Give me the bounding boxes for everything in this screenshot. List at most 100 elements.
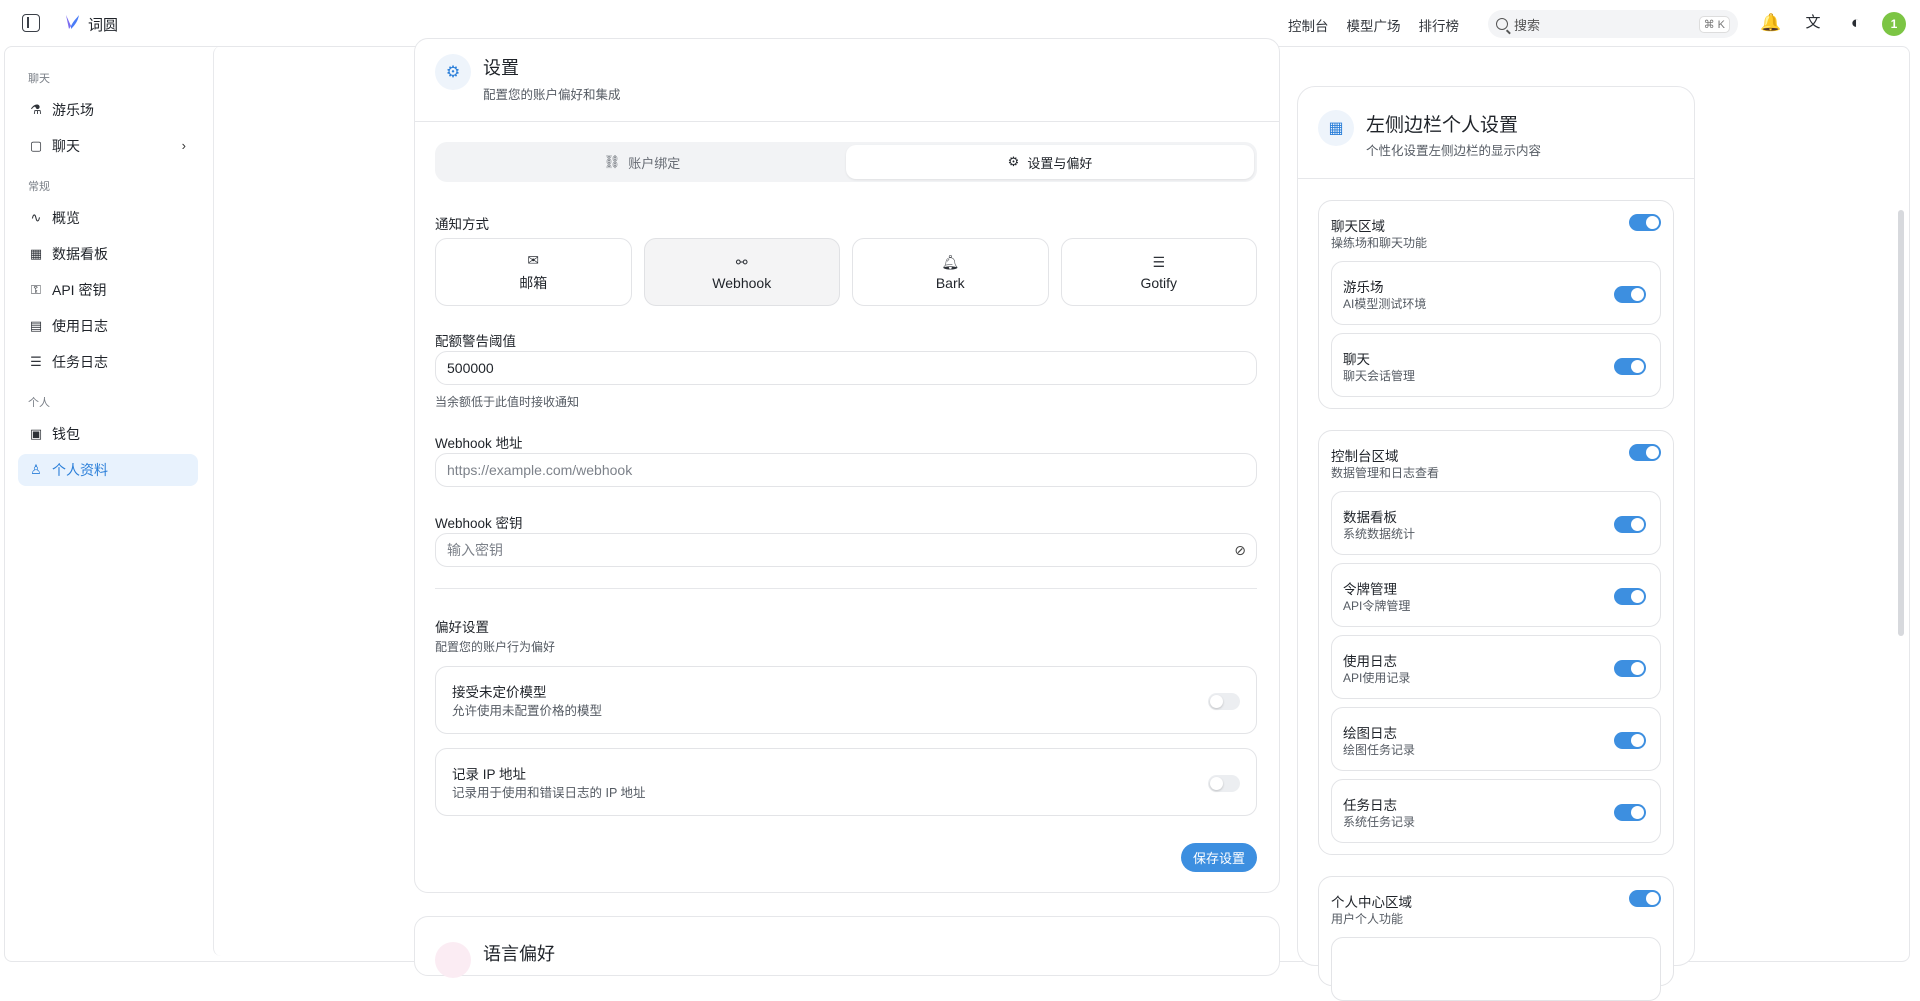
webhook-url-input[interactable]: https://example.com/webhook xyxy=(435,453,1257,487)
usage-log-toggle[interactable] xyxy=(1614,660,1646,677)
section-desc: 数据管理和日志查看 xyxy=(1331,466,1440,480)
gear-icon: ⚙ xyxy=(1007,154,1020,169)
scrollbar[interactable] xyxy=(1898,210,1904,636)
sidebar-item-overview[interactable]: ∿ 概览 xyxy=(18,202,198,234)
notify-option-label: Bark xyxy=(935,274,965,291)
language-icon xyxy=(435,942,471,978)
sub-item-placeholder xyxy=(1331,937,1661,1001)
sidebar-group-personal: 个人 xyxy=(28,397,50,409)
sidebar-item-task-log[interactable]: ☰ 任务日志 xyxy=(18,346,198,378)
dashboard-toggle[interactable] xyxy=(1614,516,1646,533)
notify-option-webhook[interactable]: ⚯ Webhook xyxy=(643,238,840,306)
sidebar-item-usage-log[interactable]: ▤ 使用日志 xyxy=(18,310,198,342)
webhook-secret-input[interactable]: 输入密钥 ⊘ xyxy=(435,533,1257,567)
tab-account-binding[interactable]: ⛓ 账户绑定 xyxy=(438,145,846,179)
pref-record-ip: 记录 IP 地址 记录用于使用和错误日志的 IP 地址 xyxy=(435,748,1257,816)
webhook-secret-label: Webhook 密钥 xyxy=(435,516,523,531)
app-title[interactable]: 词圆 xyxy=(88,14,118,35)
playground-toggle[interactable] xyxy=(1614,286,1646,303)
sub-item-dashboard: 数据看板 系统数据统计 xyxy=(1331,491,1661,555)
chevron-right-icon: › xyxy=(181,138,186,153)
webhook-icon: ⚯ xyxy=(735,253,748,270)
nav-console[interactable]: 控制台 xyxy=(1288,15,1329,35)
notify-method-label: 通知方式 xyxy=(435,217,489,232)
notify-options: ✉ 邮箱 ⚯ Webhook 🔔︎ Bark ☰ Gotify xyxy=(435,238,1257,306)
top-nav: 控制台 模型广场 排行榜 xyxy=(1288,15,1459,35)
divider xyxy=(1298,178,1694,179)
sidebar-item-dashboard[interactable]: ▦ 数据看板 xyxy=(18,238,198,270)
sub-item-desc: 系统数据统计 xyxy=(1343,527,1416,541)
record-ip-toggle[interactable] xyxy=(1208,775,1240,792)
translate-icon[interactable]: 文 xyxy=(1803,13,1823,33)
sub-item-usage-log: 使用日志 API使用记录 xyxy=(1331,635,1661,699)
sub-item-desc: AI模型测试环境 xyxy=(1343,297,1427,311)
bell-icon: 🔔︎ xyxy=(941,253,960,270)
search-shortcut: ⌘ K xyxy=(1698,15,1730,33)
nav-leaderboard[interactable]: 排行榜 xyxy=(1419,15,1460,35)
nav-model-plaza[interactable]: 模型广场 xyxy=(1347,15,1401,35)
sidebar-item-label: 个人资料 xyxy=(52,462,108,478)
key-icon: ⚿ xyxy=(31,282,41,297)
sub-item-drawing-log: 绘图日志 绘图任务记录 xyxy=(1331,707,1661,771)
webhook-secret-placeholder: 输入密钥 xyxy=(447,542,503,558)
sub-item-task-log: 任务日志 系统任务记录 xyxy=(1331,779,1661,843)
section-title: 聊天区域 xyxy=(1331,219,1385,234)
sub-item-title: 游乐场 xyxy=(1343,280,1384,295)
tab-label: 设置与偏好 xyxy=(1027,155,1093,171)
webhook-url-label: Webhook 地址 xyxy=(435,436,523,451)
sub-item-title: 数据看板 xyxy=(1343,510,1397,525)
tab-settings-preferences[interactable]: ⚙ 设置与偏好 xyxy=(846,145,1254,179)
pref-desc: 记录用于使用和错误日志的 IP 地址 xyxy=(452,786,646,800)
sidebar-item-api-keys[interactable]: ⚿ API 密钥 xyxy=(18,274,198,306)
sub-item-title: 绘图日志 xyxy=(1343,726,1397,741)
language-section-title: 语言偏好 xyxy=(483,944,555,964)
notify-option-email[interactable]: ✉ 邮箱 xyxy=(435,238,632,306)
section-desc: 操练场和聊天功能 xyxy=(1331,236,1428,250)
sidebar-item-label: 聊天 xyxy=(52,138,80,154)
token-management-toggle[interactable] xyxy=(1614,588,1646,605)
palette-icon[interactable]: ◐ xyxy=(1846,13,1866,33)
page-title: 设置 xyxy=(483,58,519,78)
quota-threshold-label: 配额警告阈值 xyxy=(435,334,516,349)
sub-item-title: 聊天 xyxy=(1343,352,1370,367)
avatar[interactable]: 1 xyxy=(1882,12,1906,36)
section-chat-toggle[interactable] xyxy=(1629,214,1661,231)
sidebar-item-wallet[interactable]: ▣ 钱包 xyxy=(18,418,198,450)
task-log-toggle[interactable] xyxy=(1614,804,1646,821)
search-input[interactable]: 搜索 ⌘ K xyxy=(1488,10,1738,38)
notify-option-label: Gotify xyxy=(1140,274,1178,291)
sidebar-settings-subtitle: 个性化设置左侧边栏的显示内容 xyxy=(1366,144,1542,158)
settings-header: ⚙ 设置 配置您的账户偏好和集成 xyxy=(435,54,621,103)
pref-title: 接受未定价模型 xyxy=(452,685,547,700)
sidebar-item-profile[interactable]: ♙ 个人资料 xyxy=(18,454,198,486)
divider xyxy=(435,588,1257,589)
drawing-log-toggle[interactable] xyxy=(1614,732,1646,749)
search-placeholder: 搜索 xyxy=(1514,17,1541,33)
sidebar-item-chat[interactable]: ▢ 聊天 › xyxy=(18,130,198,162)
page-subtitle: 配置您的账户偏好和集成 xyxy=(483,88,621,102)
sub-item-desc: API使用记录 xyxy=(1343,671,1411,685)
wallet-icon: ▣ xyxy=(29,426,43,441)
activity-icon: ∿ xyxy=(30,210,42,225)
bell-icon[interactable]: 🔔 xyxy=(1760,13,1781,33)
sidebar-item-label: 概览 xyxy=(52,210,80,226)
pref-desc: 允许使用未配置价格的模型 xyxy=(452,704,603,718)
accept-unpriced-toggle[interactable] xyxy=(1208,693,1240,710)
notify-option-bark[interactable]: 🔔︎ Bark xyxy=(852,238,1049,306)
flask-icon: ⚗ xyxy=(30,102,42,117)
eye-off-icon[interactable]: ⊘ xyxy=(1234,542,1246,559)
section-console-toggle[interactable] xyxy=(1629,444,1661,461)
section-personal: 个人中心区域 用户个人功能 xyxy=(1318,876,1674,1001)
sidebar: 聊天 ⚗ 游乐场 ▢ 聊天 › 常规 ∿ 概览 ▦ 数据看板 ⚿ API 密钥 … xyxy=(18,70,198,490)
sidebar-toggle-icon[interactable] xyxy=(22,14,40,32)
sub-item-desc: 绘图任务记录 xyxy=(1343,743,1416,757)
quota-threshold-input[interactable]: 500000 xyxy=(435,351,1257,385)
section-console: 控制台区域 数据管理和日志查看 数据看板 系统数据统计 令牌管理 API令牌管理… xyxy=(1318,430,1674,855)
section-chat: 聊天区域 操练场和聊天功能 游乐场 AI模型测试环境 聊天 聊天会话管理 xyxy=(1318,200,1674,409)
sidebar-item-playground[interactable]: ⚗ 游乐场 xyxy=(18,94,198,126)
chat-toggle[interactable] xyxy=(1614,358,1646,375)
section-personal-toggle[interactable] xyxy=(1629,890,1661,907)
save-button[interactable]: 保存设置 xyxy=(1181,843,1257,872)
logo-icon xyxy=(66,15,79,29)
notify-option-gotify[interactable]: ☰ Gotify xyxy=(1060,238,1257,306)
